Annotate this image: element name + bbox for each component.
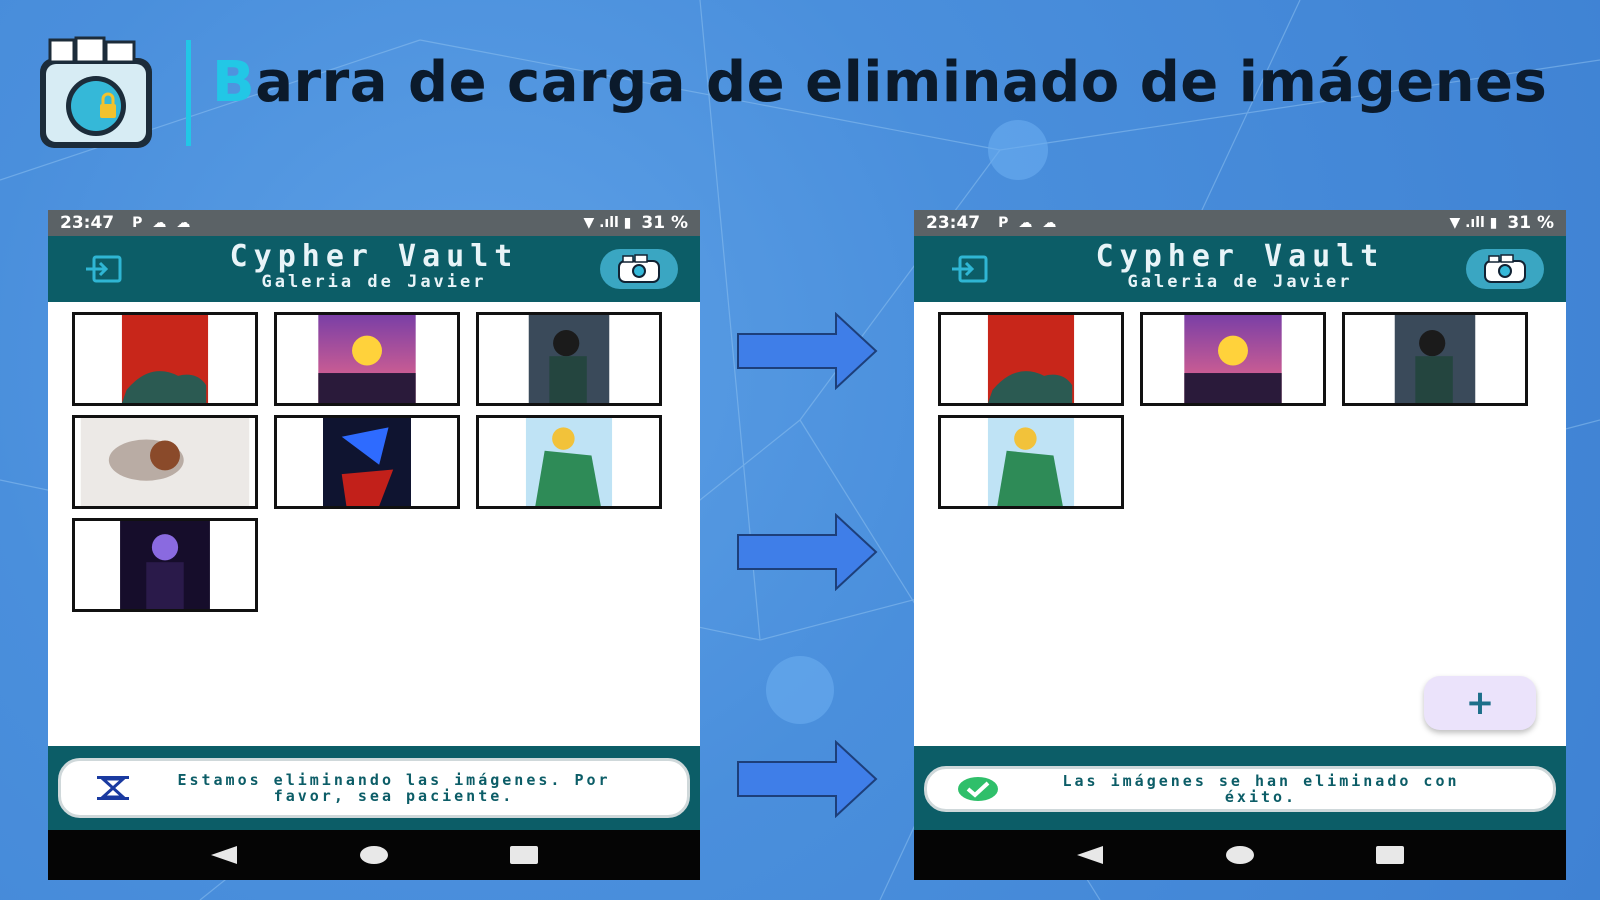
camera-button[interactable] <box>600 249 678 289</box>
check-circle-icon <box>958 777 998 801</box>
arrow-right-icon <box>737 513 878 591</box>
slide-title: Barra de carga de eliminado de imágenes <box>212 50 1548 115</box>
status-bar: 23:47 P☁☁ ▼ .ıll ▮ 31 % <box>914 210 1566 236</box>
sunset-image <box>318 315 416 403</box>
image-thumbnail[interactable] <box>72 415 258 509</box>
purple-sorcerer-image <box>120 521 210 609</box>
green-coat-image <box>987 418 1075 506</box>
green-coat-image <box>525 418 613 506</box>
anime-boy-image <box>1394 315 1476 403</box>
app-bar: Cypher Vault Galeria de Javier <box>914 236 1566 302</box>
app-bar: Cypher Vault Galeria de Javier <box>48 236 700 302</box>
dragon-image <box>121 315 209 403</box>
arrow-right-icon <box>737 740 878 818</box>
toast-area: Las imágenes se han eliminado con éxito. <box>914 746 1566 830</box>
hourglass-icon <box>97 776 129 800</box>
image-thumbnail[interactable] <box>1342 312 1528 406</box>
back-icon[interactable] <box>209 845 239 865</box>
image-thumbnail[interactable] <box>476 312 662 406</box>
dark-warrior-image <box>323 418 411 506</box>
system-nav-bar <box>48 830 700 880</box>
add-image-button[interactable]: + <box>1424 676 1536 730</box>
notification-icons: P☁☁ <box>132 215 201 231</box>
arrow-right-icon <box>737 312 878 390</box>
phone-screen-deleting: 23:47 P☁☁ ▼ .ıll ▮ 31 % Cypher Vault Gal… <box>48 210 700 880</box>
battery-level: 31 % <box>641 213 688 233</box>
sunset-image <box>1184 315 1282 403</box>
deleting-toast: Estamos eliminando las imágenes. Por fav… <box>58 758 690 818</box>
phone-screen-deleted: 23:47 P☁☁ ▼ .ıll ▮ 31 % Cypher Vault Gal… <box>914 210 1566 880</box>
image-thumbnail[interactable] <box>72 312 258 406</box>
image-thumbnail[interactable] <box>274 415 460 509</box>
home-icon[interactable] <box>1225 845 1255 865</box>
app-logo <box>40 36 152 148</box>
status-time: 23:47 <box>60 213 115 233</box>
status-bar: 23:47 P☁☁ ▼ .ıll ▮ 31 % <box>48 210 700 236</box>
signal-icon: ▼ .ıll ▮ <box>583 215 632 231</box>
image-thumbnail[interactable] <box>938 312 1124 406</box>
girl-wolf-image <box>80 418 250 506</box>
camera-button[interactable] <box>1466 249 1544 289</box>
dragon-image <box>987 315 1075 403</box>
image-thumbnail[interactable] <box>72 518 258 612</box>
success-toast: Las imágenes se han eliminado con éxito. <box>924 766 1556 812</box>
system-nav-bar <box>914 830 1566 880</box>
toast-area: Estamos eliminando las imágenes. Por fav… <box>48 746 700 830</box>
toast-message: Estamos eliminando las imágenes. Por fav… <box>177 771 611 805</box>
battery-level: 31 % <box>1507 213 1554 233</box>
camera-icon <box>1484 254 1526 283</box>
anime-boy-image <box>528 315 610 403</box>
camera-icon <box>618 254 660 283</box>
image-thumbnail[interactable] <box>1140 312 1326 406</box>
image-thumbnail[interactable] <box>476 415 662 509</box>
toast-message: Las imágenes se han eliminado con éxito. <box>1062 772 1460 806</box>
status-time: 23:47 <box>926 213 981 233</box>
back-icon[interactable] <box>1075 845 1105 865</box>
image-thumbnail[interactable] <box>274 312 460 406</box>
recents-icon[interactable] <box>1375 845 1405 865</box>
signal-icon: ▼ .ıll ▮ <box>1449 215 1498 231</box>
title-divider <box>186 40 191 146</box>
recents-icon[interactable] <box>509 845 539 865</box>
image-thumbnail[interactable] <box>938 415 1124 509</box>
notification-icons: P☁☁ <box>998 215 1067 231</box>
home-icon[interactable] <box>359 845 389 865</box>
